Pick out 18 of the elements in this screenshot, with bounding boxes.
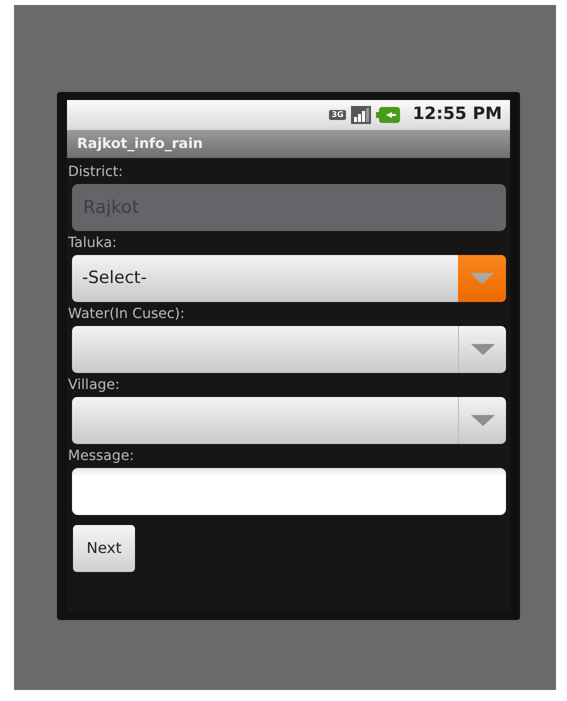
network-icon: 3G — [329, 110, 346, 120]
field-label: District: — [68, 163, 124, 181]
next-button[interactable]: Next — [73, 525, 135, 572]
dropdown[interactable] — [72, 397, 506, 444]
battery-icon — [376, 107, 400, 123]
field-label: Message: — [68, 447, 134, 465]
dropdown-arrow-icon — [470, 415, 494, 426]
input-field[interactable] — [72, 468, 506, 515]
signal-icon — [350, 106, 371, 124]
field-label: Village: — [68, 376, 120, 394]
dropdown[interactable]: -Select- — [72, 255, 506, 302]
dropdown[interactable] — [72, 326, 506, 373]
field-label: Taluka: — [68, 234, 117, 252]
dropdown-arrow-icon — [470, 344, 494, 355]
dropdown-arrow-icon — [470, 273, 494, 284]
clock-time: 12:55 PM — [412, 103, 502, 126]
field-label: Water(In Cusec): — [68, 305, 185, 323]
app-title: Rajkot_info_rain — [77, 134, 203, 154]
